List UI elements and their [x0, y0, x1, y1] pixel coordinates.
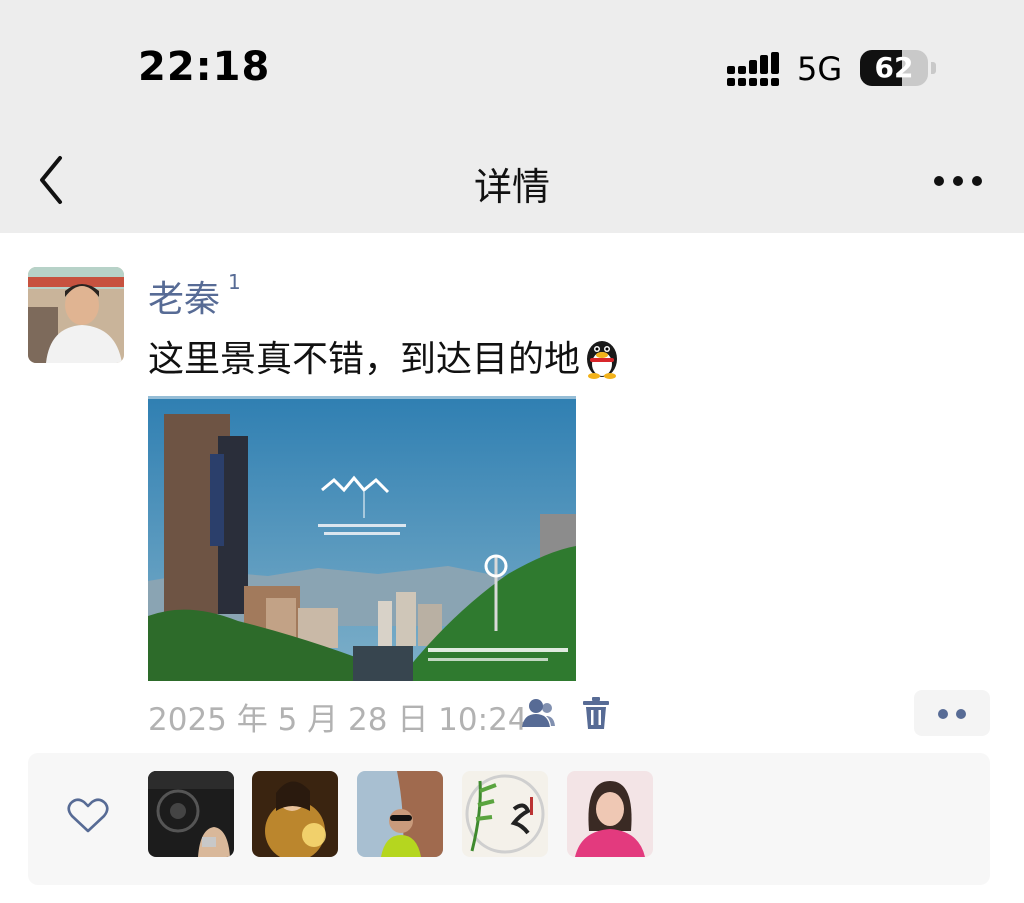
post-timestamp: 2025 年 5 月 28 日 10:24: [148, 702, 528, 738]
author-name[interactable]: 老秦: [148, 279, 220, 320]
battery-icon: 62: [860, 50, 928, 86]
avatar-image: [28, 267, 124, 363]
author-avatar[interactable]: [28, 267, 124, 363]
author-badge: 1: [228, 270, 241, 294]
liker-image: [252, 771, 338, 857]
liker-image: [462, 771, 548, 857]
liker-avatar-5[interactable]: [567, 771, 653, 857]
liker-image: [148, 771, 234, 857]
friends-visibility-icon[interactable]: [520, 697, 556, 729]
liker-avatar-2[interactable]: [252, 771, 338, 857]
post-text: 这里景真不错，到达目的地: [148, 339, 581, 380]
status-time: 22:18: [138, 44, 271, 90]
liker-avatar-1[interactable]: [148, 771, 234, 857]
author-row: 老秦 1: [148, 270, 241, 322]
battery-cap: [931, 62, 936, 74]
liker-avatar-3[interactable]: [357, 771, 443, 857]
more-dots-icon[interactable]: [926, 160, 990, 200]
comment-action-icon[interactable]: [914, 690, 990, 736]
city-landscape-image: [148, 396, 576, 681]
liker-image: [567, 771, 653, 857]
heart-icon: [67, 798, 109, 833]
post-content: 这里景真不错，到达目的地: [148, 330, 622, 382]
page-title: 详情: [473, 165, 550, 209]
cellular-signal-icon: [727, 52, 779, 86]
liker-avatar-4[interactable]: [462, 771, 548, 857]
post-photo[interactable]: [148, 396, 576, 681]
network-type: 5G: [797, 50, 843, 88]
qq-penguin-emoji: [587, 341, 618, 379]
top-bar: 22:18 5G 62 详情: [0, 0, 1024, 233]
battery-level: 62: [874, 51, 914, 84]
liker-image: [357, 771, 443, 857]
trash-icon[interactable]: [581, 696, 611, 730]
